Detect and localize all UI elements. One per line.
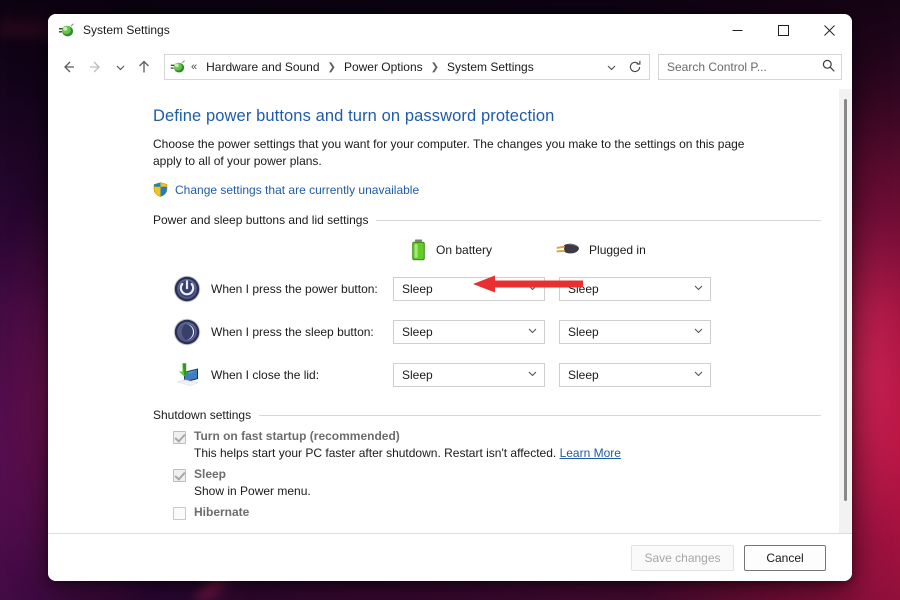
column-label-plugged-in: Plugged in <box>589 243 646 257</box>
combo-power-button-plugged-in[interactable]: Sleep <box>559 276 711 301</box>
close-button[interactable] <box>806 14 852 46</box>
column-header-on-battery: On battery <box>410 239 492 261</box>
description-sleep: Show in Power menu. <box>194 484 311 498</box>
power-plug-icon <box>555 242 580 258</box>
address-overflow-indicator[interactable]: « <box>191 61 197 73</box>
combo-close-lid-on-battery[interactable]: Sleep <box>393 362 545 387</box>
uac-shield-icon <box>153 182 168 197</box>
checkbox-row-hibernate[interactable]: Hibernate <box>173 505 821 520</box>
checkbox-label-hibernate: Hibernate <box>194 505 250 519</box>
chevron-down-icon <box>693 282 704 296</box>
page-description: Choose the power settings that you want … <box>153 137 745 168</box>
vertical-scrollbar[interactable] <box>839 89 852 533</box>
chevron-down-icon <box>527 325 538 339</box>
setting-row-power-button: When I press the power button: Sleep Sle… <box>153 267 821 310</box>
combo-value: Sleep <box>568 367 599 382</box>
maximize-button[interactable] <box>760 14 806 46</box>
setting-row-close-lid: When I close the lid: Sleep Sleep <box>153 353 821 396</box>
forward-button[interactable] <box>82 53 110 81</box>
breadcrumb-separator-icon[interactable]: ❯ <box>328 62 336 73</box>
section-divider <box>259 414 821 416</box>
description-fast-startup: This helps start your PC faster after sh… <box>194 446 821 460</box>
content-inner: Define power buttons and turn on passwor… <box>48 107 839 520</box>
checkbox-fast-startup[interactable] <box>173 431 186 444</box>
system-settings-icon <box>170 59 186 75</box>
laptop-lid-icon <box>173 361 201 389</box>
combo-value: Sleep <box>568 324 599 339</box>
combo-value: Sleep <box>402 367 433 382</box>
chevron-down-icon[interactable] <box>599 55 623 79</box>
system-settings-window: System Settings « Hardware and Sound ❯ P… <box>48 14 852 581</box>
chevron-down-icon <box>527 368 538 382</box>
recent-locations-button[interactable] <box>110 53 130 81</box>
description-text: This helps start your PC faster after sh… <box>194 446 557 460</box>
save-changes-button[interactable]: Save changes <box>631 544 734 571</box>
change-settings-link[interactable]: Change settings that are currently unava… <box>175 183 419 197</box>
power-section-label: Power and sleep buttons and lid settings <box>153 213 369 227</box>
breadcrumb-separator-icon[interactable]: ❯ <box>431 62 439 73</box>
sleep-button-icon <box>173 318 201 346</box>
scrollbar-thumb[interactable] <box>844 99 847 501</box>
checkbox-row-sleep[interactable]: Sleep <box>173 467 821 482</box>
caption-buttons <box>714 14 852 46</box>
back-button[interactable] <box>54 53 82 81</box>
address-bar[interactable]: « Hardware and Sound ❯ Power Options ❯ S… <box>164 54 650 80</box>
navigation-toolbar: « Hardware and Sound ❯ Power Options ❯ S… <box>48 46 852 88</box>
search-icon[interactable] <box>822 59 835 75</box>
breadcrumb-hardware-and-sound[interactable]: Hardware and Sound <box>203 58 322 76</box>
power-button-icon <box>173 275 201 303</box>
combo-sleep-button-on-battery[interactable]: Sleep <box>393 319 545 344</box>
section-divider <box>376 219 821 221</box>
power-section-header: Power and sleep buttons and lid settings <box>153 213 821 227</box>
system-settings-icon <box>58 22 75 39</box>
page-title: Define power buttons and turn on passwor… <box>153 107 555 125</box>
combo-close-lid-plugged-in[interactable]: Sleep <box>559 362 711 387</box>
title-bar: System Settings <box>48 14 852 46</box>
cancel-button[interactable]: Cancel <box>744 544 826 571</box>
checkbox-sleep[interactable] <box>173 469 186 482</box>
combo-value: Sleep <box>402 281 433 296</box>
desktop: System Settings « Hardware and Sound ❯ P… <box>0 0 900 600</box>
search-input[interactable] <box>667 60 822 74</box>
minimize-button[interactable] <box>714 14 760 46</box>
refresh-icon[interactable] <box>623 55 647 79</box>
chevron-down-icon <box>693 368 704 382</box>
up-button[interactable] <box>130 53 158 81</box>
dialog-footer: Save changes Cancel <box>48 533 852 581</box>
setting-label-close-lid: When I close the lid: <box>211 367 320 382</box>
window-title: System Settings <box>83 23 170 37</box>
combo-value: Sleep <box>568 281 599 296</box>
column-header-plugged-in: Plugged in <box>555 242 646 258</box>
chevron-down-icon <box>527 282 538 296</box>
setting-row-sleep-button: When I press the sleep button: Sleep Sle… <box>153 310 821 353</box>
checkbox-label-fast-startup: Turn on fast startup (recommended) <box>194 429 400 443</box>
search-box[interactable] <box>658 54 842 80</box>
combo-value: Sleep <box>402 324 433 339</box>
breadcrumb-power-options[interactable]: Power Options <box>341 58 426 76</box>
settings-content: Define power buttons and turn on passwor… <box>48 89 839 533</box>
learn-more-link[interactable]: Learn More <box>560 446 621 460</box>
setting-label-sleep-button: When I press the sleep button: <box>211 324 374 339</box>
combo-sleep-button-plugged-in[interactable]: Sleep <box>559 319 711 344</box>
checkbox-row-fast-startup[interactable]: Turn on fast startup (recommended) <box>173 429 821 444</box>
column-label-on-battery: On battery <box>436 243 493 257</box>
checkbox-label-sleep: Sleep <box>194 467 227 481</box>
shutdown-section-header: Shutdown settings <box>153 408 821 422</box>
setting-label-power-button: When I press the power button: <box>211 281 378 296</box>
content-wrapper: Define power buttons and turn on passwor… <box>48 88 852 533</box>
uac-link-row: Change settings that are currently unava… <box>153 182 821 197</box>
shutdown-section-label: Shutdown settings <box>153 408 252 422</box>
breadcrumb-system-settings[interactable]: System Settings <box>444 58 537 76</box>
combo-power-button-on-battery[interactable]: Sleep <box>393 276 545 301</box>
shutdown-options: Turn on fast startup (recommended) This … <box>153 429 821 520</box>
column-headers: On battery Plugged in <box>153 233 821 267</box>
checkbox-hibernate[interactable] <box>173 507 186 520</box>
chevron-down-icon <box>693 325 704 339</box>
battery-icon <box>410 239 427 261</box>
